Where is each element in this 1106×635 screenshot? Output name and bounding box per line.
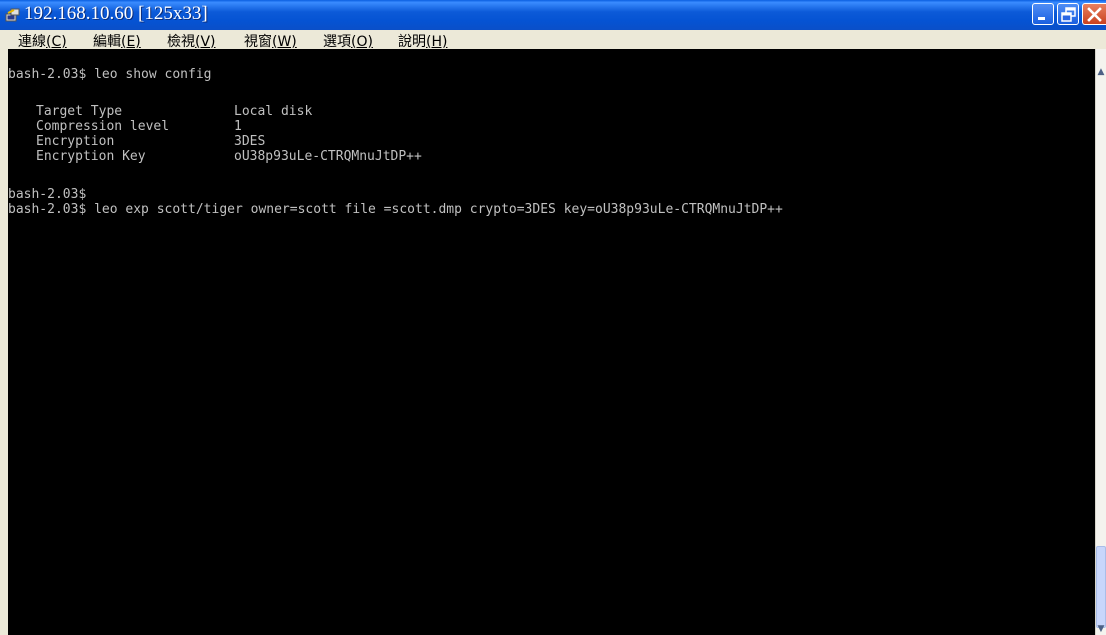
menu-connection-label: 連線: [18, 34, 46, 50]
menu-help-accel: (H): [426, 34, 448, 50]
config-value: 3DES: [234, 134, 266, 149]
menu-connection[interactable]: 連線(C): [18, 31, 67, 51]
terminal-line: bash-2.03$ leo show config: [8, 67, 212, 82]
terminal-line: bash-2.03$ leo exp scott/tiger owner=sco…: [8, 202, 783, 217]
menu-edit-label: 編輯: [93, 34, 121, 50]
minimize-icon: [1038, 17, 1045, 20]
config-key: Compression level: [36, 119, 170, 134]
config-key: Target Type: [36, 104, 123, 119]
menu-window-accel: (W): [272, 34, 297, 50]
window-frame: [0, 49, 8, 635]
menu-options-label: 選項: [323, 34, 351, 50]
close-icon: [1087, 7, 1102, 22]
config-key: Encryption: [36, 134, 115, 149]
putty-icon: [5, 8, 20, 22]
scroll-thumb[interactable]: [1096, 546, 1106, 628]
terminal-line: bash-2.03$: [8, 187, 87, 202]
menu-help[interactable]: 說明(H): [398, 31, 447, 51]
config-value: Local disk: [234, 104, 313, 119]
config-key: Encryption Key: [36, 149, 146, 164]
restore-button[interactable]: [1057, 3, 1079, 25]
menu-edit[interactable]: 編輯(E): [93, 31, 141, 51]
close-button[interactable]: [1082, 3, 1106, 25]
terminal-screen[interactable]: [8, 66, 1095, 635]
restore-icon: [1061, 7, 1076, 22]
menu-window-label: 視窗: [244, 34, 272, 50]
menu-connection-accel: (C): [46, 34, 67, 50]
config-value: oU38p93uLe-CTRQMnuJtDP++: [234, 149, 422, 164]
menu-help-label: 說明: [398, 34, 426, 50]
window-title: 192.168.10.60 [125x33]: [24, 3, 208, 24]
menu-bar: 連線(C) 編輯(E) 檢視(V) 視窗(W) 選項(O) 說明(H): [0, 30, 1106, 51]
vertical-scrollbar[interactable]: ▲ ▼: [1095, 49, 1106, 635]
menu-options[interactable]: 選項(O): [323, 31, 373, 51]
terminal-area[interactable]: [8, 49, 1095, 66]
menu-edit-accel: (E): [121, 34, 141, 50]
minimize-button[interactable]: [1032, 3, 1054, 25]
config-value: 1: [234, 119, 242, 134]
menu-window[interactable]: 視窗(W): [244, 31, 297, 51]
menu-view-label: 檢視: [167, 34, 195, 50]
scroll-up-arrow-icon[interactable]: ▲: [1096, 67, 1106, 77]
menu-view[interactable]: 檢視(V): [167, 31, 216, 51]
scroll-down-arrow-icon[interactable]: ▼: [1096, 624, 1106, 634]
menu-options-accel: (O): [351, 34, 373, 50]
menu-view-accel: (V): [195, 34, 216, 50]
title-bar[interactable]: 192.168.10.60 [125x33]: [0, 0, 1106, 30]
